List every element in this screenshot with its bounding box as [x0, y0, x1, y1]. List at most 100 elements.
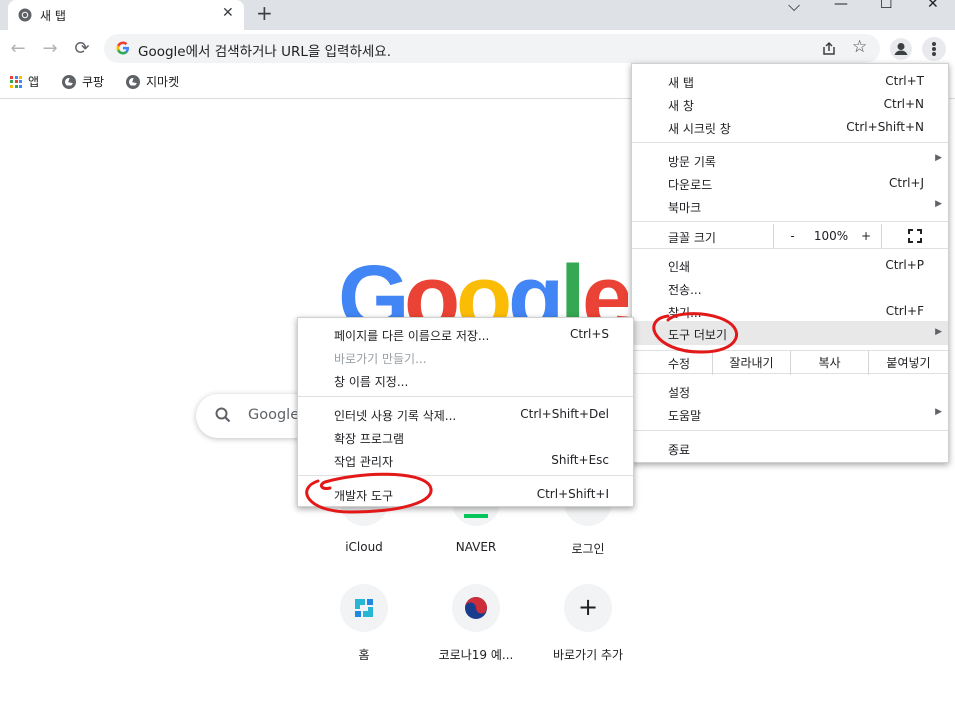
submenu-arrow-icon: ▶	[935, 407, 942, 417]
profile-avatar-icon[interactable]	[890, 38, 912, 60]
shortcut-label: 로그인	[571, 542, 605, 556]
omnibox[interactable]: Google에서 검색하거나 URL을 입력하세요. ☆	[104, 34, 880, 63]
tab-new-tab[interactable]: 새 탭 ✕	[8, 0, 244, 30]
submenu-arrow-icon: ▶	[935, 153, 942, 163]
tab-search-icon[interactable]: ⌵	[788, 0, 800, 16]
menu-shortcut: Ctrl+T	[885, 74, 924, 88]
maximize-icon[interactable]: ☐	[880, 0, 893, 14]
submenu-name-window[interactable]: 창 이름 지정...	[298, 369, 633, 391]
menu-more-tools[interactable]: 도구 더보기 ▶	[632, 321, 948, 345]
submenu-task-manager[interactable]: 작업 관리자 Shift+Esc	[298, 449, 633, 471]
submenu-arrow-icon: ▶	[935, 199, 942, 209]
back-icon[interactable]: ←	[8, 39, 28, 59]
menu-settings[interactable]: 설정	[632, 380, 948, 402]
cut-button[interactable]: 잘라내기	[712, 351, 790, 375]
more-tools-submenu: 페이지를 다른 이름으로 저장... Ctrl+S 바로가기 만들기... 창 …	[297, 317, 634, 507]
menu-separator	[632, 430, 948, 431]
bookmark-label: 앱	[28, 75, 40, 89]
logo-letter: G	[338, 254, 410, 324]
apps-grid-icon	[10, 75, 22, 88]
menu-new-window[interactable]: 새 창 Ctrl+N	[632, 93, 948, 115]
minimize-icon[interactable]: —	[834, 0, 848, 14]
submenu-developer-tools[interactable]: 개발자 도구 Ctrl+Shift+I	[298, 483, 633, 505]
submenu-clear-browsing-data[interactable]: 인터넷 사용 기록 삭제... Ctrl+Shift+Del	[298, 403, 633, 425]
submenu-arrow-icon: ▶	[935, 327, 942, 337]
bookmark-coupang[interactable]: 쿠팡	[62, 73, 104, 90]
menu-label: 찾기...	[668, 306, 702, 320]
fullscreen-icon[interactable]	[881, 224, 948, 248]
bookmark-label: 지마켓	[146, 75, 180, 89]
zoom-value: 100%	[813, 229, 849, 243]
submenu-save-page[interactable]: 페이지를 다른 이름으로 저장... Ctrl+S	[298, 323, 633, 345]
menu-label: 창 이름 지정...	[334, 375, 409, 389]
menu-cast[interactable]: 전송...	[632, 277, 948, 299]
menu-exit[interactable]: 종료	[632, 437, 948, 459]
bookmark-gmarket[interactable]: 지마켓	[126, 73, 179, 90]
google-g-icon	[116, 41, 129, 55]
menu-label: 종료	[668, 443, 691, 457]
reload-icon[interactable]: ⟳	[72, 39, 92, 59]
logo-letter: o	[404, 254, 460, 324]
menu-zoom-row: 글꼴 크기 - 100% +	[632, 224, 948, 248]
menu-label: 북마크	[668, 201, 702, 215]
copy-button[interactable]: 복사	[790, 351, 868, 375]
home-site-icon	[355, 599, 373, 617]
menu-shortcut: Shift+Esc	[551, 453, 609, 467]
logo-letter: l	[560, 254, 586, 324]
shortcut-covid19[interactable]: 코로나19 예...	[420, 584, 532, 663]
chrome-main-menu: 새 탭 Ctrl+T 새 창 Ctrl+N 새 시크릿 창 Ctrl+Shift…	[631, 63, 949, 463]
menu-shortcut: Ctrl+P	[885, 258, 924, 272]
add-shortcut-button[interactable]: + 바로가기 추가	[532, 584, 644, 663]
new-tab-button[interactable]: +	[256, 1, 273, 25]
menu-separator	[298, 475, 633, 476]
close-window-icon[interactable]: ✕	[927, 0, 939, 14]
menu-label: 바로가기 만들기...	[334, 352, 427, 366]
chrome-menu-icon[interactable]	[922, 37, 946, 61]
google-logo: G o o g l e	[338, 254, 628, 324]
menu-label: 다운로드	[668, 178, 713, 192]
globe-icon	[62, 74, 76, 89]
menu-shortcut: Ctrl+Shift+I	[536, 487, 609, 501]
submenu-create-shortcut: 바로가기 만들기...	[298, 346, 633, 368]
menu-separator	[298, 396, 633, 397]
menu-shortcut: Ctrl+S	[569, 327, 609, 341]
menu-label: 새 시크릿 창	[668, 122, 731, 136]
menu-find[interactable]: 찾기... Ctrl+F	[632, 300, 948, 322]
shortcut-label: iCloud	[345, 540, 383, 554]
menu-label: 페이지를 다른 이름으로 저장...	[334, 329, 490, 343]
menu-history[interactable]: 방문 기록 ▶	[632, 149, 948, 171]
shortcut-home[interactable]: 홈	[308, 584, 420, 663]
menu-incognito[interactable]: 새 시크릿 창 Ctrl+Shift+N	[632, 116, 948, 138]
shortcut-icon	[452, 584, 500, 632]
title-bar: 새 탭 ✕ + ⌵ — ☐ ✕	[0, 0, 955, 30]
shortcut-label: 바로가기 추가	[552, 648, 624, 662]
menu-separator	[632, 221, 948, 222]
menu-label: 도움말	[668, 409, 702, 423]
menu-downloads[interactable]: 다운로드 Ctrl+J	[632, 172, 948, 194]
menu-bookmarks[interactable]: 북마크 ▶	[632, 195, 948, 217]
menu-label: 인쇄	[668, 260, 691, 274]
tab-title: 새 탭	[40, 9, 66, 23]
menu-help[interactable]: 도움말 ▶	[632, 403, 948, 425]
taegeuk-icon	[465, 597, 487, 619]
menu-new-tab[interactable]: 새 탭 Ctrl+T	[632, 70, 948, 92]
bookmark-star-icon[interactable]: ☆	[852, 37, 867, 57]
zoom-in-button[interactable]: +	[851, 224, 881, 248]
zoom-out-button[interactable]: -	[773, 224, 811, 248]
tab-close-icon[interactable]: ✕	[222, 5, 234, 21]
menu-print[interactable]: 인쇄 Ctrl+P	[632, 254, 948, 276]
menu-label: 도구 더보기	[668, 328, 728, 342]
menu-label: 전송...	[668, 283, 702, 297]
logo-letter: e	[582, 254, 628, 324]
menu-separator	[632, 142, 948, 143]
paste-button[interactable]: 붙여넣기	[868, 351, 948, 375]
bookmark-label: 쿠팡	[82, 75, 105, 89]
submenu-extensions[interactable]: 확장 프로그램	[298, 426, 633, 448]
shortcut-label: 홈	[358, 648, 370, 662]
share-icon[interactable]	[820, 40, 838, 58]
bookmark-apps[interactable]: 앱	[10, 73, 39, 90]
forward-icon[interactable]: →	[40, 39, 60, 59]
shortcut-label: 코로나19 예...	[438, 648, 514, 662]
edit-label: 수정	[668, 357, 691, 371]
menu-label: 확장 프로그램	[334, 432, 405, 446]
